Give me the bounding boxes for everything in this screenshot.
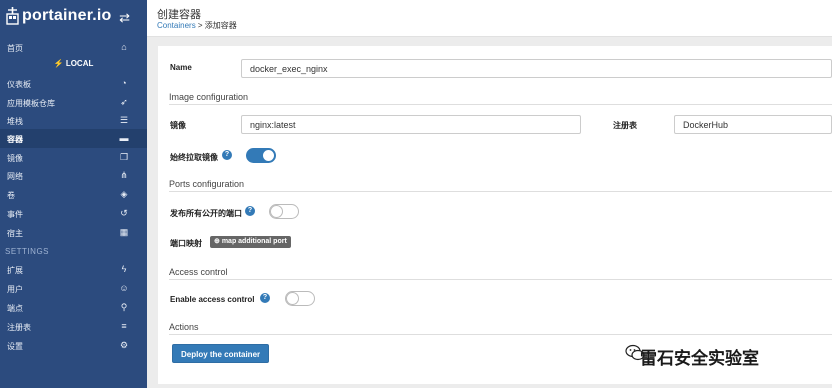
sidebar-item-label: 卷 — [7, 191, 15, 200]
sidebar-item-volumes[interactable]: 卷 ◈ — [0, 185, 147, 204]
enable-access-control-label: Enable access control — [170, 295, 255, 304]
actions-section: Actions — [169, 322, 832, 335]
page-header: 创建容器 Containers > 添加容器 — [147, 0, 832, 37]
help-icon[interactable]: ? — [222, 150, 232, 160]
deploy-container-button[interactable]: Deploy the container — [172, 344, 270, 363]
name-label: Name — [170, 63, 192, 72]
sidebar-item-label: 应用模板仓库 — [7, 99, 55, 108]
sidebar-item-label: 事件 — [7, 210, 23, 219]
sidebar-item-stacks[interactable]: 堆栈 ☰ — [0, 111, 147, 130]
sidebar-item-networks[interactable]: 网络 ⋔ — [0, 166, 147, 185]
plug-icon: ⚲ — [120, 302, 128, 312]
sidebar-item-containers[interactable]: 容器 ▬ — [0, 129, 147, 148]
plus-circle-icon: ⊕ — [214, 238, 220, 245]
sidebar-item-label: 网络 — [7, 172, 23, 181]
sidebar-item-host[interactable]: 宿主 ▦ — [0, 223, 147, 242]
bolt-icon: ϟ — [121, 264, 127, 274]
sitemap-icon: ⋔ — [120, 170, 128, 180]
settings-header: SETTINGS — [5, 247, 50, 256]
toggle-knob — [286, 292, 299, 305]
sidebar-toggle-icon[interactable]: ⇄ — [119, 10, 130, 26]
sidebar-item-endpoints[interactable]: 端点 ⚲ — [0, 298, 147, 317]
brand-logo-text[interactable]: portainer.io — [22, 7, 112, 25]
sidebar-item-registries[interactable]: 注册表 ≡ — [0, 317, 147, 336]
users-icon: ☺ — [119, 283, 129, 293]
access-control-section: Access control — [169, 267, 832, 280]
sidebar-item-label: 扩展 — [7, 266, 23, 275]
sidebar-item-label: 首页 — [7, 44, 23, 53]
access-control-toggle[interactable] — [285, 291, 315, 306]
sidebar-item-label: 注册表 — [7, 323, 31, 332]
help-icon[interactable]: ? — [245, 206, 255, 216]
registry-select[interactable]: DockerHub — [674, 115, 832, 134]
plug-icon: ⚡ — [53, 59, 64, 68]
endpoint-header-label: LOCAL — [65, 59, 94, 68]
sidebar-item-images[interactable]: 镜像 ❐ — [0, 148, 147, 167]
breadcrumb-containers-link[interactable]: Containers — [157, 21, 196, 30]
sidebar-item-extensions[interactable]: 扩展 ϟ — [0, 260, 147, 279]
sidebar-item-label: 端点 — [7, 304, 23, 313]
rocket-icon: ➶ — [120, 97, 128, 107]
history-icon: ↺ — [120, 208, 128, 218]
breadcrumb-current: > 添加容器 — [195, 21, 237, 30]
sidebar-item-label: 容器 — [7, 135, 23, 144]
publish-all-label: 发布所有公开的端口 — [170, 209, 242, 218]
sidebar-item-users[interactable]: 用户 ☺ — [0, 279, 147, 298]
dashboard-icon: ◔ — [121, 78, 127, 88]
sidebar-item-events[interactable]: 事件 ↺ — [0, 204, 147, 223]
always-pull-toggle[interactable] — [246, 148, 276, 163]
port-mapping-label: 端口映射 — [170, 239, 202, 248]
sidebar-item-label: 设置 — [7, 342, 23, 351]
grid-icon: ▦ — [119, 227, 129, 237]
image-input[interactable]: nginx:latest — [241, 115, 581, 134]
endpoint-header: ⚡ LOCAL — [0, 59, 147, 68]
registry-label: 注册表 — [613, 121, 637, 130]
map-additional-port-button[interactable]: ⊕ map additional port — [210, 236, 291, 248]
publish-all-toggle[interactable] — [269, 204, 299, 219]
toggle-knob — [270, 205, 283, 218]
sidebar-item-label: 堆栈 — [7, 117, 23, 126]
help-icon[interactable]: ? — [260, 293, 270, 303]
sidebar-item-label: 宿主 — [7, 229, 23, 238]
sidebar-item-label: 用户 — [7, 285, 23, 294]
image-configuration-section: Image configuration — [169, 92, 832, 105]
sidebar-item-label: 镜像 — [7, 154, 23, 163]
cubes-icon: ◈ — [120, 189, 128, 199]
cogs-icon: ⚙ — [119, 340, 129, 350]
always-pull-label: 始终拉取镜像 — [170, 153, 218, 162]
sidebar-item-settings[interactable]: 设置 ⚙ — [0, 336, 147, 355]
sidebar-item-templates[interactable]: 应用模板仓库 ➶ — [0, 93, 147, 112]
database-icon: ≡ — [121, 321, 127, 331]
portainer-logo-icon — [6, 7, 19, 25]
breadcrumb: Containers > 添加容器 — [157, 20, 237, 31]
toggle-knob — [262, 149, 275, 162]
sidebar: portainer.io ⇄ 首页 ⌂ ⚡ LOCAL 仪表板 ◔ 应用模板仓库… — [0, 0, 147, 388]
sidebar-item-label: 仪表板 — [7, 80, 31, 89]
name-input[interactable]: docker_exec_nginx — [241, 59, 832, 78]
brand: portainer.io ⇄ — [0, 0, 147, 36]
watermark-text: 雷石安全实验室 — [640, 349, 759, 368]
create-container-form: Name docker_exec_nginx Image configurati… — [158, 46, 832, 384]
sidebar-item-dashboard[interactable]: 仪表板 ◔ — [0, 74, 147, 93]
list-icon: ☰ — [119, 115, 129, 125]
clone-icon: ❐ — [119, 152, 129, 162]
sidebar-item-home[interactable]: 首页 ⌂ — [0, 38, 147, 57]
map-additional-port-label: map additional port — [221, 238, 287, 245]
server-icon: ▬ — [119, 133, 129, 143]
image-label: 镜像 — [170, 121, 186, 130]
home-icon: ⌂ — [121, 42, 127, 52]
ports-configuration-section: Ports configuration — [169, 179, 832, 192]
